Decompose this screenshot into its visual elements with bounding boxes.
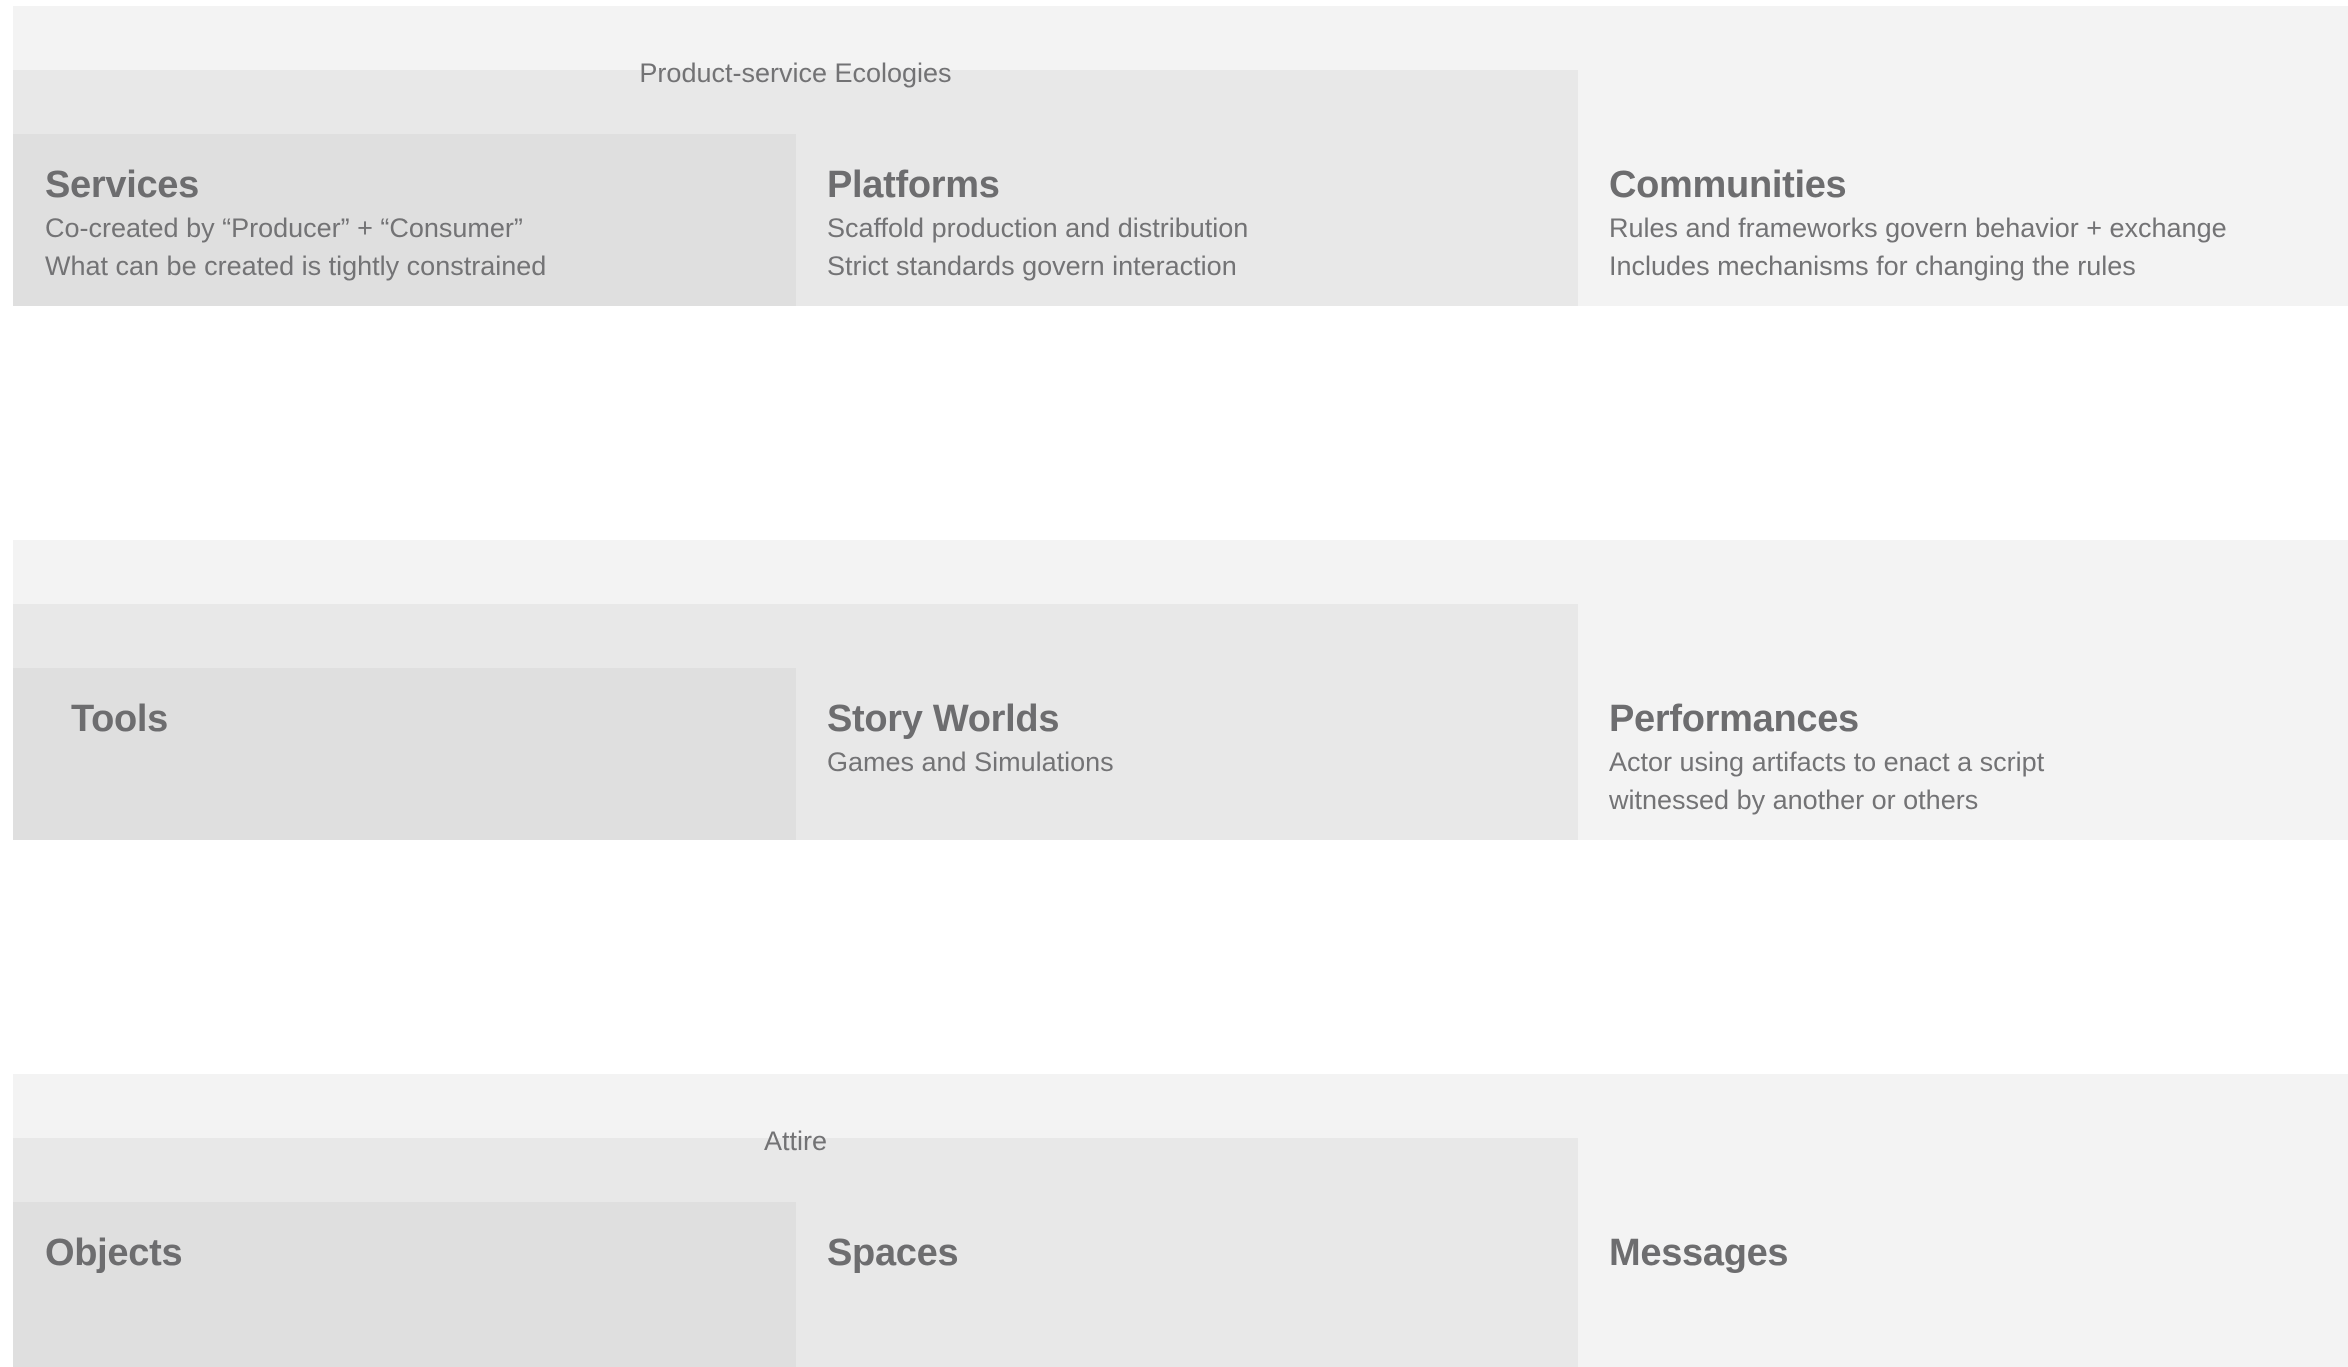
- cell-line: Co-created by “Producer” + “Consumer”: [45, 213, 523, 243]
- cell-objects: Objects: [45, 1229, 183, 1277]
- cell-title: Tools: [71, 698, 169, 740]
- cell-performances: Performances Actor using artifacts to en…: [1609, 695, 2044, 819]
- band-label-3: Attire: [763, 1126, 828, 1156]
- cell-line: Actor using artifacts to enact a script: [1609, 747, 2045, 777]
- cell-messages: Messages: [1609, 1229, 1789, 1277]
- cell-title: Spaces: [827, 1232, 959, 1274]
- cell-communities: Communities Rules and frameworks govern …: [1609, 161, 2227, 285]
- row-band-1: Product-service Ecologies Services Co-cr…: [13, 6, 2348, 306]
- cell-title: Performances: [1609, 698, 1859, 740]
- cell-title: Platforms: [827, 164, 1000, 206]
- band-label-1: Product-service Ecologies: [639, 58, 952, 88]
- inner-block-3: [13, 1202, 796, 1367]
- row-band-2: Tools Story Worlds Games and Simulations…: [13, 540, 2348, 840]
- cell-title: Story Worlds: [827, 698, 1060, 740]
- inner-block-2: [13, 668, 796, 840]
- cell-title: Services: [45, 164, 199, 206]
- cell-tools: Tools: [71, 695, 168, 743]
- cell-line: Scaffold production and distribution: [827, 213, 1249, 243]
- cell-line: witnessed by another or others: [1609, 785, 1979, 815]
- cell-spaces: Spaces: [827, 1229, 959, 1277]
- cell-title: Objects: [45, 1232, 183, 1274]
- cell-title: Messages: [1609, 1232, 1789, 1274]
- cell-line: What can be created is tightly constrain…: [45, 251, 547, 281]
- cell-story-worlds: Story Worlds Games and Simulations: [827, 695, 1114, 781]
- cell-title: Communities: [1609, 164, 1847, 206]
- cell-line: Games and Simulations: [827, 747, 1114, 777]
- cell-platforms: Platforms Scaffold production and distri…: [827, 161, 1248, 285]
- cell-services: Services Co-created by “Producer” + “Con…: [45, 161, 546, 285]
- cell-line: Strict standards govern interaction: [827, 251, 1237, 281]
- cell-line: Includes mechanisms for changing the rul…: [1609, 251, 2136, 281]
- cell-line: Rules and frameworks govern behavior + e…: [1609, 213, 2227, 243]
- row-band-3: Attire Objects Spaces Messages: [13, 1074, 2348, 1367]
